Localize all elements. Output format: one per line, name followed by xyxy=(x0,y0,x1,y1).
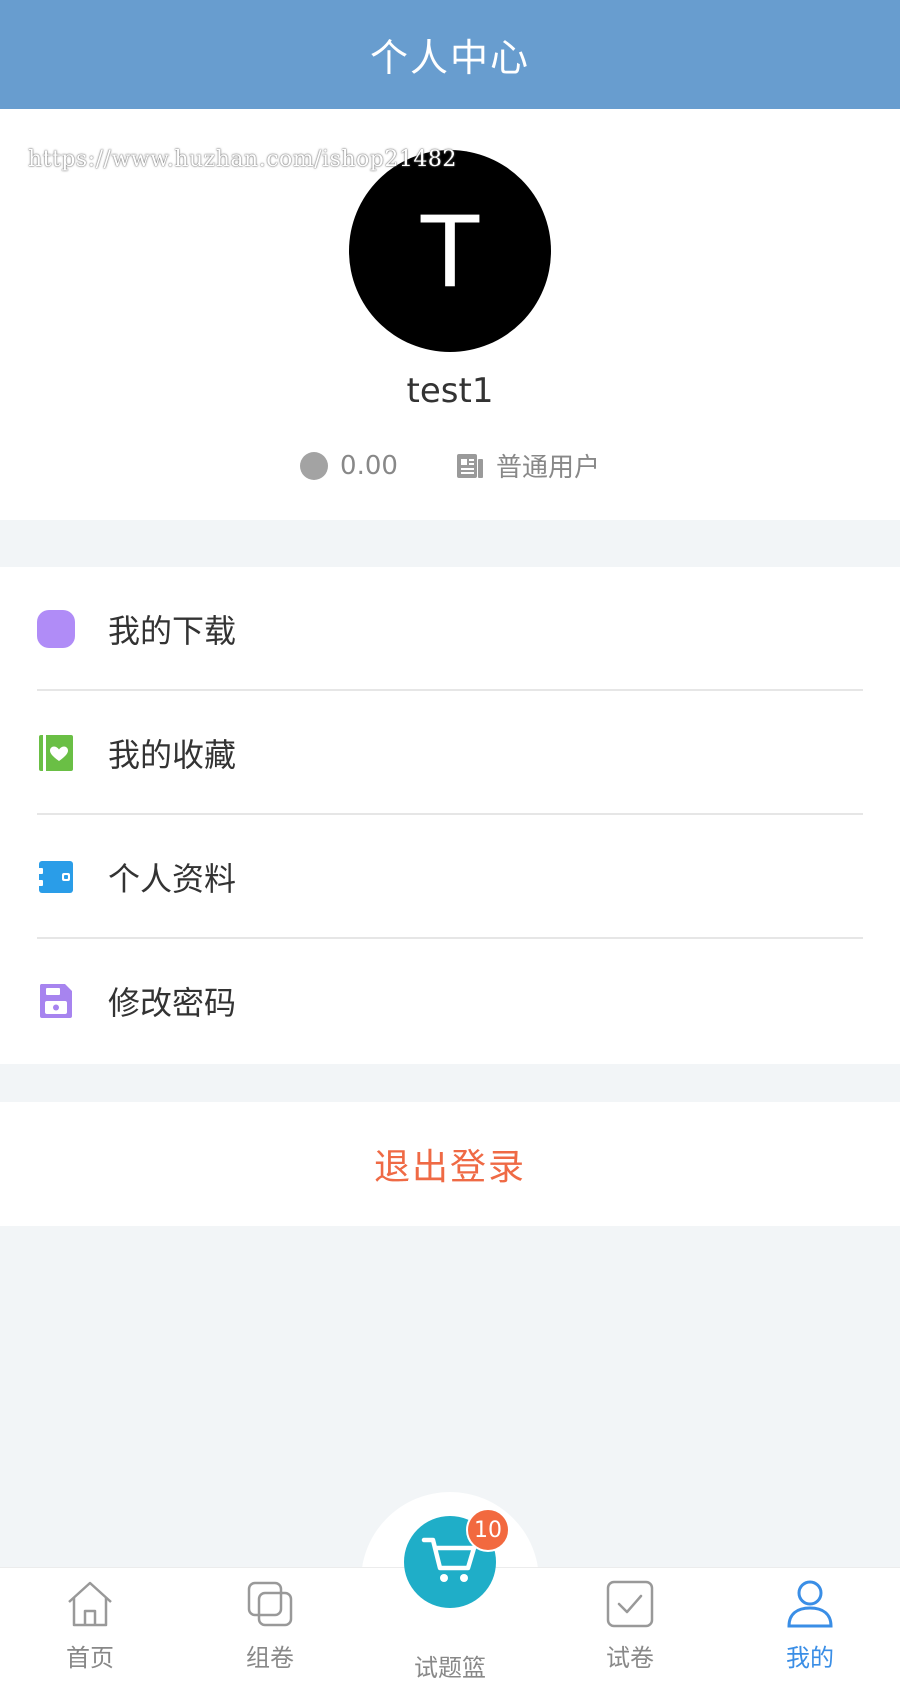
save-lock-icon xyxy=(37,982,75,1020)
menu-list: 我的下载 我的收藏 个人资料 修改密码 xyxy=(0,567,900,1064)
home-icon xyxy=(64,1578,116,1630)
download-icon xyxy=(37,610,75,648)
coin-icon xyxy=(300,451,329,480)
balance-value: 0.00 xyxy=(340,450,398,481)
menu-item-change-password[interactable]: 修改密码 xyxy=(0,939,900,1063)
avatar-letter: T xyxy=(418,192,482,309)
user-stats: 0.00 普通用户 xyxy=(0,447,900,484)
newspaper-icon xyxy=(456,452,484,480)
menu-item-label: 修改密码 xyxy=(108,984,237,1022)
compose-icon xyxy=(244,1578,296,1630)
menu-item-label: 个人资料 xyxy=(108,860,237,898)
tab-label: 我的 xyxy=(786,1644,834,1672)
menu-item-profile[interactable]: 个人资料 xyxy=(0,815,900,939)
profile-card-icon xyxy=(37,858,75,896)
menu-item-favorites[interactable]: 我的收藏 xyxy=(0,691,900,815)
profile-section: https://www.huzhan.com/ishop21482 T test… xyxy=(0,109,900,520)
logout-label: 退出登录 xyxy=(373,1147,526,1188)
tab-compose[interactable]: 组卷 xyxy=(210,1578,330,1688)
top-bar: 个人中心 xyxy=(0,0,900,109)
menu-item-downloads[interactable]: 我的下载 xyxy=(0,567,900,691)
tab-papers[interactable]: 试卷 xyxy=(570,1578,690,1688)
logout-button[interactable]: 退出登录 xyxy=(0,1102,900,1226)
menu-item-label: 我的收藏 xyxy=(108,736,237,774)
role-label: 普通用户 xyxy=(495,453,600,483)
avatar[interactable]: T xyxy=(349,150,551,352)
tab-mine[interactable]: 我的 xyxy=(750,1578,870,1688)
tab-home[interactable]: 首页 xyxy=(30,1578,150,1688)
cart-badge: 10 xyxy=(466,1508,510,1552)
tab-label: 试题篮 xyxy=(414,1654,486,1682)
user-icon xyxy=(784,1578,836,1630)
balance-stat: 0.00 xyxy=(300,451,398,481)
menu-item-label: 我的下载 xyxy=(108,612,237,650)
tab-label: 试卷 xyxy=(606,1644,654,1672)
page-title: 个人中心 xyxy=(369,36,530,80)
username: test1 xyxy=(406,371,494,411)
watermark-text: https://www.huzhan.com/ishop21482 xyxy=(28,147,457,172)
role-stat: 普通用户 xyxy=(456,447,600,484)
checkbox-icon xyxy=(604,1578,656,1630)
tab-label: 首页 xyxy=(66,1644,114,1672)
favorite-book-icon xyxy=(37,734,75,772)
tab-label: 组卷 xyxy=(246,1644,294,1672)
